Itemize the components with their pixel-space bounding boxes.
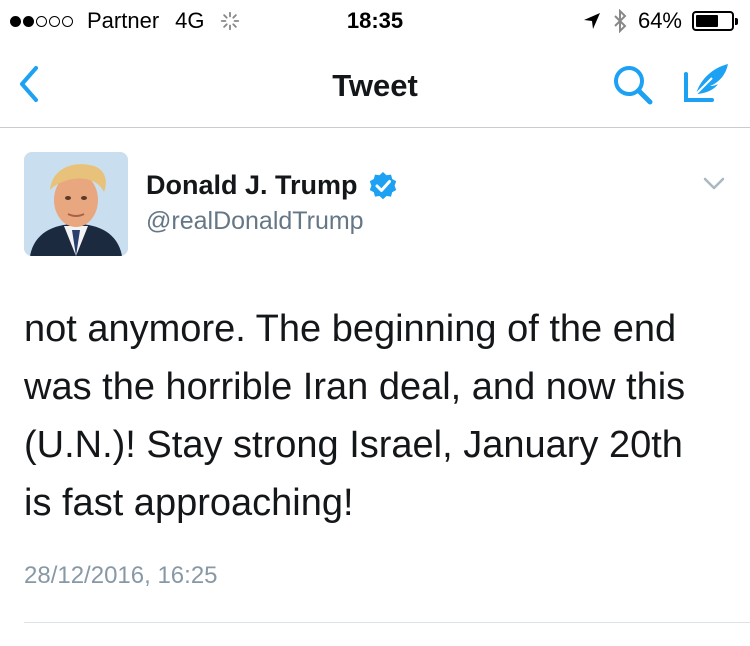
- tweet-timestamp: 28/12/2016, 16:25: [24, 562, 218, 589]
- battery-icon: [692, 11, 738, 31]
- display-name[interactable]: Donald J. Trump: [146, 170, 358, 201]
- profile-photo: [24, 152, 128, 256]
- display-name-row: Donald J. Trump: [146, 170, 398, 201]
- battery-percent: 64%: [637, 8, 682, 33]
- tweet-text: not anymore. The beginning of the end wa…: [24, 308, 686, 524]
- username[interactable]: @realDonaldTrump: [146, 207, 364, 236]
- status-right: 64%: [582, 8, 738, 34]
- search-icon[interactable]: [610, 62, 656, 108]
- location-arrow-icon: [583, 13, 600, 29]
- chevron-down-icon[interactable]: [702, 176, 726, 192]
- compose-icon[interactable]: [682, 60, 732, 106]
- battery-fill: [696, 15, 718, 27]
- navigation-bar: Tweet: [0, 40, 750, 128]
- status-bar: Partner 4G 18:35 64%: [0, 0, 750, 40]
- tweet-header: Donald J. Trump @realDonaldTrump: [24, 152, 730, 258]
- avatar[interactable]: [24, 152, 128, 256]
- divider: [24, 622, 750, 623]
- bluetooth-icon: [614, 9, 627, 33]
- verified-badge-icon: [369, 171, 396, 199]
